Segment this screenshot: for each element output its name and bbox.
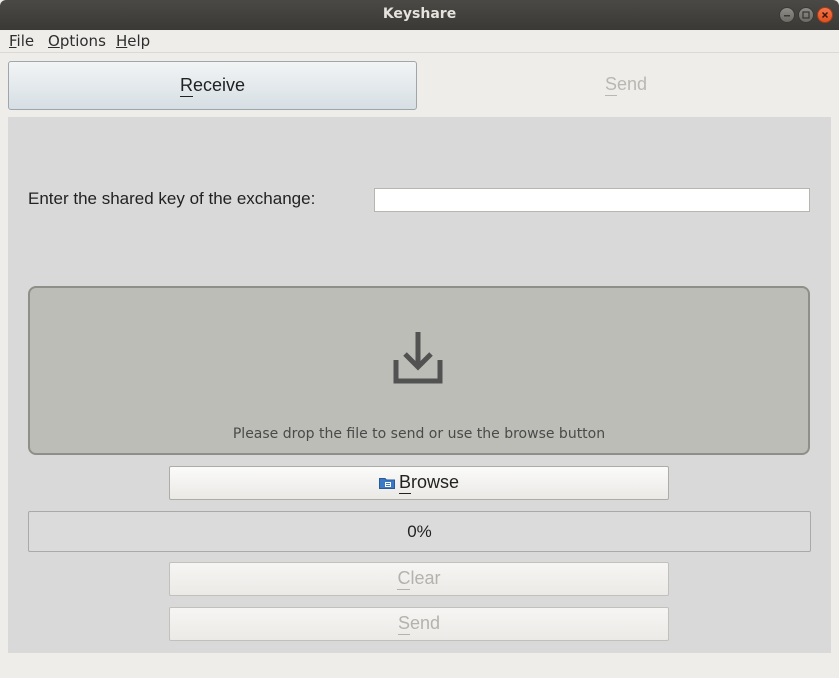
menu-options[interactable]: Options <box>48 32 106 50</box>
progress-text: 0% <box>407 522 432 541</box>
send-button-mnemonic: S <box>397 613 410 633</box>
menu-options-mnemonic: O <box>48 32 60 50</box>
menu-file-mnemonic: F <box>9 32 17 50</box>
tab-receive-mnemonic: R <box>179 75 193 95</box>
browse-button[interactable]: Browse <box>169 466 669 500</box>
download-icon <box>393 332 443 384</box>
menu-help-label: elp <box>127 32 151 50</box>
drop-zone-hint: Please drop the file to send or use the … <box>232 426 606 442</box>
send-button[interactable]: Send <box>169 607 669 641</box>
file-drop-zone[interactable]: Please drop the file to send or use the … <box>28 286 810 455</box>
shared-key-input[interactable] <box>374 188 810 212</box>
tab-send-mnemonic: S <box>604 74 617 94</box>
browse-button-label: rowse <box>411 472 460 492</box>
menu-file-label: ile <box>16 32 35 50</box>
menu-options-label: ptions <box>59 32 106 50</box>
maximize-icon[interactable] <box>798 7 814 23</box>
transfer-progress-bar: 0% <box>28 511 811 552</box>
tab-receive-label: eceive <box>192 75 246 95</box>
window-controls <box>779 7 833 23</box>
browse-button-mnemonic: B <box>398 472 411 492</box>
menu-file[interactable]: File <box>9 32 34 50</box>
shared-key-label: Enter the shared key of the exchange: <box>28 189 316 208</box>
minimize-icon[interactable] <box>779 7 795 23</box>
tab-send[interactable]: Send <box>421 61 831 110</box>
receive-panel: Enter the shared key of the exchange: Pl… <box>8 117 831 653</box>
clear-button[interactable]: Clear <box>169 562 669 596</box>
window-title: Keyshare <box>382 6 457 22</box>
menu-help[interactable]: Help <box>116 32 150 50</box>
tab-receive[interactable]: Receive <box>8 61 417 110</box>
menu-bar: File Options Help <box>0 30 839 53</box>
send-button-label: end <box>409 613 441 633</box>
tab-send-label: end <box>616 74 648 94</box>
clear-button-mnemonic: C <box>397 568 411 588</box>
menu-help-mnemonic: H <box>116 32 128 50</box>
title-bar[interactable]: Keyshare <box>0 0 839 30</box>
folder-icon <box>378 478 395 489</box>
app-window: Keyshare File Options Help Receive Send … <box>0 0 839 678</box>
close-icon[interactable] <box>817 7 833 23</box>
clear-button-label: lear <box>410 568 441 588</box>
